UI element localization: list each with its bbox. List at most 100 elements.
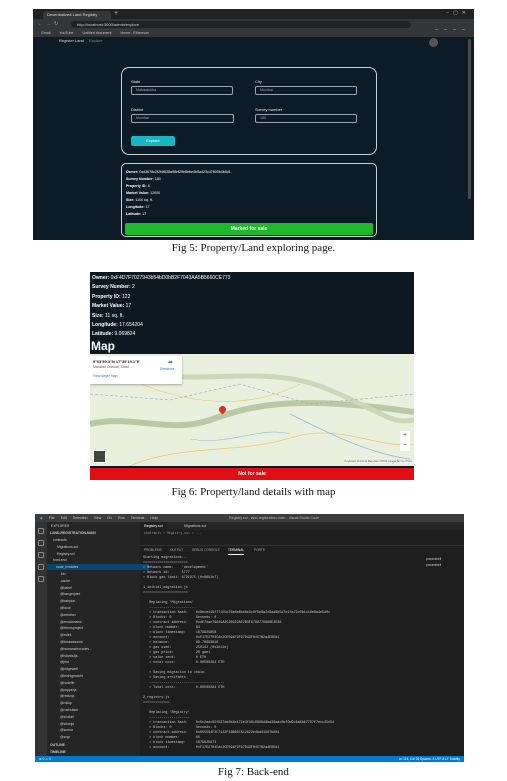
sale-status-button[interactable]: Marked for sale [125, 223, 373, 235]
explorer-icon[interactable] [38, 528, 44, 534]
tab-debug-console[interactable]: DEBUG CONSOLE [192, 546, 220, 554]
tab-registry-sol[interactable]: Registry.sol [140, 522, 167, 530]
profile-avatar[interactable] [429, 38, 438, 47]
file-tree-item[interactable]: front-end [47, 557, 146, 563]
file-tree-item[interactable]: @eslint [47, 632, 153, 638]
file-tree-item[interactable]: @svgr [47, 734, 153, 740]
breadcrumb[interactable]: contracts > Registry.sol > ... [140, 530, 464, 536]
size-row: Size: 1100 sq. ft. [126, 198, 153, 202]
file-tree-item[interactable]: contracts [47, 537, 146, 543]
file-tree-item[interactable]: @emotion [47, 612, 153, 618]
menu-help[interactable]: Help [150, 516, 157, 520]
browser-tab[interactable]: Decentralized Land Registry [43, 11, 111, 19]
source-control-icon[interactable] [38, 552, 44, 558]
tab-terminal[interactable]: TERMINAL [228, 546, 245, 555]
extensions-icon[interactable] [38, 576, 44, 582]
tab-problems[interactable]: PROBLEMS [144, 546, 162, 554]
file-tree-item[interactable]: node_modules [47, 564, 149, 571]
latitude-row: Latitude: 17 [126, 212, 147, 216]
file-tree-item[interactable]: @babylon [47, 598, 153, 604]
terminal-output[interactable]: Starting migrations... ==================… [143, 556, 423, 756]
menu-run[interactable]: Run [118, 516, 125, 520]
file-tree-item[interactable]: @istanbuljs [47, 653, 153, 659]
owner-row: Owner: 0xF4D7F7027943b54bD0bB2F7043AA5B5… [92, 275, 231, 281]
menu-terminal[interactable]: Terminal [131, 516, 145, 520]
file-tree-item[interactable]: Registry.sol [47, 551, 150, 557]
file-tree-item[interactable]: @jridgewell [47, 666, 153, 672]
file-tree-item[interactable]: @babel [47, 585, 153, 591]
survey-number-input[interactable]: 180 [255, 114, 357, 123]
explorer-root[interactable]: LAND-REGISTRATION-MAIN [47, 530, 143, 536]
file-tree-item[interactable]: @fortawesome [47, 639, 153, 645]
extension-icons[interactable] [430, 21, 466, 34]
explore-button[interactable]: Explore [131, 136, 175, 146]
directions-label[interactable]: Directions [160, 367, 174, 371]
menu-view[interactable]: View [94, 516, 102, 520]
zoom-in-icon[interactable]: + [400, 431, 410, 441]
file-tree-item[interactable]: @leichtgewicht [47, 673, 153, 679]
timeline-section[interactable]: TIMELINE [47, 749, 143, 755]
city-label: City [255, 79, 262, 84]
nav-explore[interactable]: Explore [89, 37, 103, 45]
file-tree-item[interactable]: @rushstack [47, 707, 153, 713]
district-input[interactable]: Mumbai [131, 114, 234, 123]
file-tree-item[interactable]: @humanwhocodes [47, 646, 153, 652]
file-tree-item[interactable]: @popperjs [47, 687, 153, 693]
menu-selection[interactable]: Selection [73, 516, 88, 520]
city-input[interactable]: Mumbai [255, 86, 357, 95]
file-tree-item[interactable]: @ethersproject [47, 625, 153, 631]
fig7-caption: Fig 7: Back-end [218, 766, 289, 778]
explorer-title: EXPLORER [51, 524, 70, 528]
activity-bar [35, 522, 47, 756]
file-tree-item[interactable]: @rollup [47, 700, 153, 706]
window-controls-icon[interactable]: –▢✕ [446, 10, 470, 16]
view-larger-map-link[interactable]: View larger map [93, 374, 117, 378]
file-tree-item[interactable]: @reduxjs [47, 693, 153, 699]
status-right-items[interactable]: Ln 114, Col 26 Spaces: 4 UTF-8 LF Solidi… [399, 756, 460, 762]
menu-bar: ◆ File Edit Selection View Go Run Termin… [35, 514, 464, 522]
fig5-caption: Fig 5: Property/Land exploring page. [171, 242, 336, 254]
file-tree-item[interactable]: .cache [47, 578, 153, 584]
file-tree-item[interactable]: @jest [47, 659, 153, 665]
file-tree-item[interactable]: @bangerjoint [47, 591, 153, 597]
menu-go[interactable]: Go [107, 516, 112, 520]
embedded-map[interactable]: 9°03'59.3"N 17°39'15.1"E Mandoul Orienta… [90, 354, 414, 466]
bookmark-item[interactable]: Gmail [41, 31, 50, 35]
bookmark-item[interactable]: YouTube [59, 31, 73, 35]
bookmark-item[interactable]: Home - Ethereum [120, 31, 148, 35]
file-tree-item[interactable]: Migrations.sol [47, 544, 150, 550]
property-details-card: Owner: 0xd3678c2f2f4f838a98ef29e8ebe4b5a… [121, 163, 377, 237]
district-label: District [131, 107, 144, 112]
run-debug-icon[interactable] [38, 564, 44, 570]
file-tree-item[interactable]: @bcoe [47, 605, 153, 611]
back-forward-reload-icon[interactable]: ←→↻ [38, 21, 61, 27]
menu-file[interactable]: File [49, 516, 55, 520]
file-tree-item[interactable]: @nodelib [47, 680, 153, 686]
menu-edit[interactable]: Edit [61, 516, 67, 520]
search-icon[interactable] [38, 540, 44, 546]
tab-output[interactable]: OUTPUT [170, 546, 183, 554]
file-tree-item[interactable]: @sinonjs [47, 721, 153, 727]
file-tree-item[interactable]: @surma [47, 727, 153, 733]
bookmark-item[interactable]: Untitled document [83, 31, 112, 35]
terminal-line: ====================== [143, 591, 188, 595]
satellite-toggle[interactable] [93, 450, 106, 463]
zoom-out-icon[interactable]: − [400, 441, 410, 451]
terminal-line: > total cost: 0.00500284 ETH [143, 661, 225, 665]
zoom-controls[interactable]: + − [400, 431, 410, 451]
directions-icon[interactable]: ➦ [168, 359, 173, 366]
state-input[interactable]: Maharashtra [131, 86, 233, 95]
outline-section[interactable]: OUTLINE [47, 742, 143, 748]
new-tab-icon[interactable]: + [114, 10, 118, 17]
sale-status-button[interactable]: Not for sale [90, 468, 414, 480]
tab-ports[interactable]: PORTS [254, 546, 265, 554]
nav-register-land[interactable]: Register Land [59, 37, 84, 45]
terminal-session[interactable]: powershell [426, 562, 462, 568]
file-tree-item[interactable]: @sinclair [47, 714, 153, 720]
status-problems[interactable]: ⊗ 0 ⚠ 0 [39, 756, 51, 762]
file-tree-item[interactable]: @ensdomains [47, 619, 153, 625]
tab-migrations-sol[interactable]: Migrations.sol [180, 522, 210, 530]
address-bar[interactable]: http://localhost:3000/admin/explore [71, 21, 411, 28]
file-tree-item[interactable]: .bin [47, 571, 153, 577]
scrollbar[interactable] [468, 39, 471, 199]
